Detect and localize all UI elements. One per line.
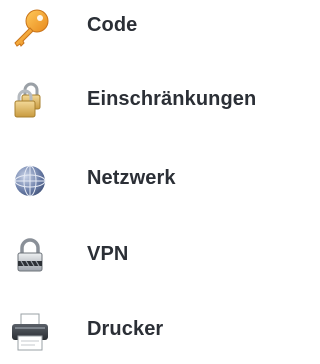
- vpn-lock-icon: [8, 235, 52, 279]
- menu-item-label: Drucker: [87, 318, 164, 340]
- menu-item-label: Einschränkungen: [87, 88, 257, 110]
- menu-item-label: VPN: [87, 243, 129, 265]
- menu-item-network[interactable]: Netzwerk: [0, 153, 299, 213]
- padlocks-icon: [8, 80, 52, 124]
- key-icon: [8, 6, 52, 50]
- menu-item-restrictions[interactable]: Einschränkungen: [0, 74, 299, 134]
- menu-item-code[interactable]: Code: [0, 0, 299, 60]
- menu-item-label: Netzwerk: [87, 167, 176, 189]
- printer-icon: [8, 310, 52, 354]
- menu-item-label: Code: [87, 14, 138, 36]
- settings-menu: Code Einschränkungen Netzwerk VPN Drucke…: [0, 0, 299, 351]
- menu-item-printer[interactable]: Drucker: [0, 304, 299, 364]
- globe-icon: [8, 159, 52, 203]
- menu-item-vpn[interactable]: VPN: [0, 229, 299, 289]
